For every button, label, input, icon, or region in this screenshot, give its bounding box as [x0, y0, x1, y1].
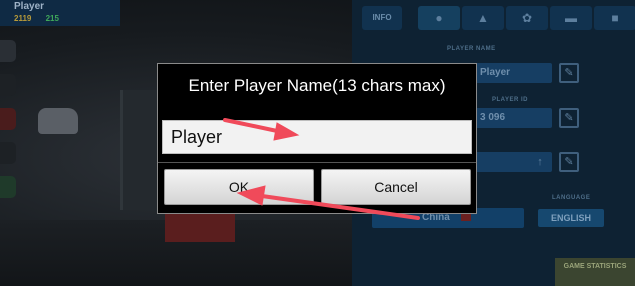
- edit-id-button[interactable]: ✎: [559, 108, 579, 128]
- leaf-icon: ✿: [521, 11, 533, 25]
- car-icon: [38, 108, 78, 134]
- social-sidebar: [0, 40, 16, 210]
- discord-icon[interactable]: [0, 142, 16, 164]
- pencil-icon: ✎: [564, 156, 574, 168]
- pencil-icon: ✎: [564, 67, 574, 79]
- player-name-input[interactable]: [162, 120, 472, 154]
- tab-notifications[interactable]: ▲: [462, 6, 504, 30]
- language-button[interactable]: ENGLISH: [538, 209, 604, 227]
- cash-count: 215: [45, 14, 59, 23]
- youtube-icon[interactable]: [0, 108, 16, 130]
- edit-plate-button[interactable]: ✎: [559, 152, 579, 172]
- player-id-label: PLAYER ID: [492, 97, 528, 103]
- tab-info[interactable]: INFO: [362, 6, 402, 30]
- tab-more[interactable]: ■: [594, 6, 635, 30]
- tab-profile[interactable]: ●: [418, 6, 460, 30]
- dialog-divider: [158, 162, 476, 163]
- player-id-field: 3 096: [472, 108, 552, 128]
- settings-tabs: INFO ● ▲ ✿ ▬ ■: [362, 6, 635, 32]
- tree-icon: ↑: [537, 156, 543, 168]
- whatsapp-icon[interactable]: [0, 176, 16, 198]
- player-header: Player 2119 215: [0, 0, 120, 26]
- player-tag: Player: [14, 1, 45, 12]
- tiktok-icon[interactable]: [0, 74, 16, 96]
- player-name-dialog: Enter Player Name(13 chars max) OK Cance…: [157, 63, 477, 214]
- game-statistics-button[interactable]: GAME STATISTICS: [555, 258, 635, 286]
- person-icon: ●: [435, 11, 443, 25]
- coin-count: 2119: [14, 14, 32, 23]
- car-tab-icon: ▬: [565, 11, 577, 25]
- dialog-title: Enter Player Name(13 chars max): [188, 76, 446, 95]
- pencil-icon: ✎: [564, 112, 574, 124]
- cancel-button[interactable]: Cancel: [321, 169, 471, 205]
- bell-icon: ▲: [477, 11, 489, 25]
- tab-graphics[interactable]: ✿: [506, 6, 548, 30]
- currency-row: 2119 215: [14, 14, 71, 23]
- ok-button[interactable]: OK: [164, 169, 314, 205]
- red-crate: [165, 212, 235, 242]
- tab-vehicle[interactable]: ▬: [550, 6, 592, 30]
- player-name-label: PLAYER NAME: [447, 46, 496, 52]
- language-label: LANGUAGE: [552, 195, 591, 201]
- flag-icon: [460, 213, 471, 221]
- cap-icon: ■: [611, 11, 619, 25]
- player-name-field: Player: [472, 63, 552, 83]
- edit-name-button[interactable]: ✎: [559, 63, 579, 83]
- instagram-icon[interactable]: [0, 40, 16, 62]
